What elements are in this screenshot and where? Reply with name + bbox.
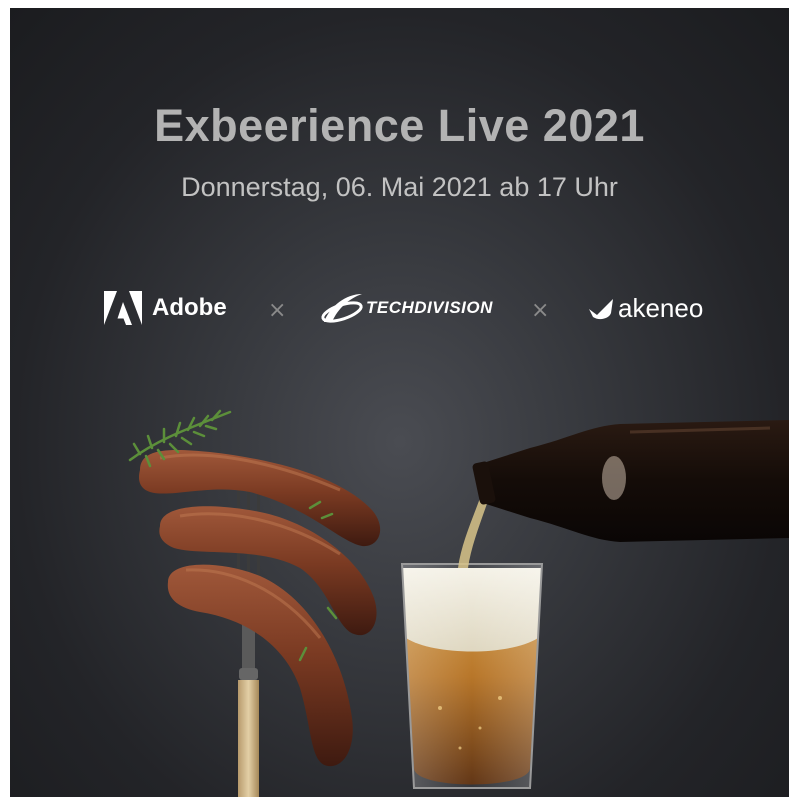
bbq-beer-photo [128,409,789,797]
event-poster: Exbeerience Live 2021 Donnerstag, 06. Ma… [10,8,789,797]
beer-bottle [472,420,789,542]
beer-glass [400,563,544,789]
